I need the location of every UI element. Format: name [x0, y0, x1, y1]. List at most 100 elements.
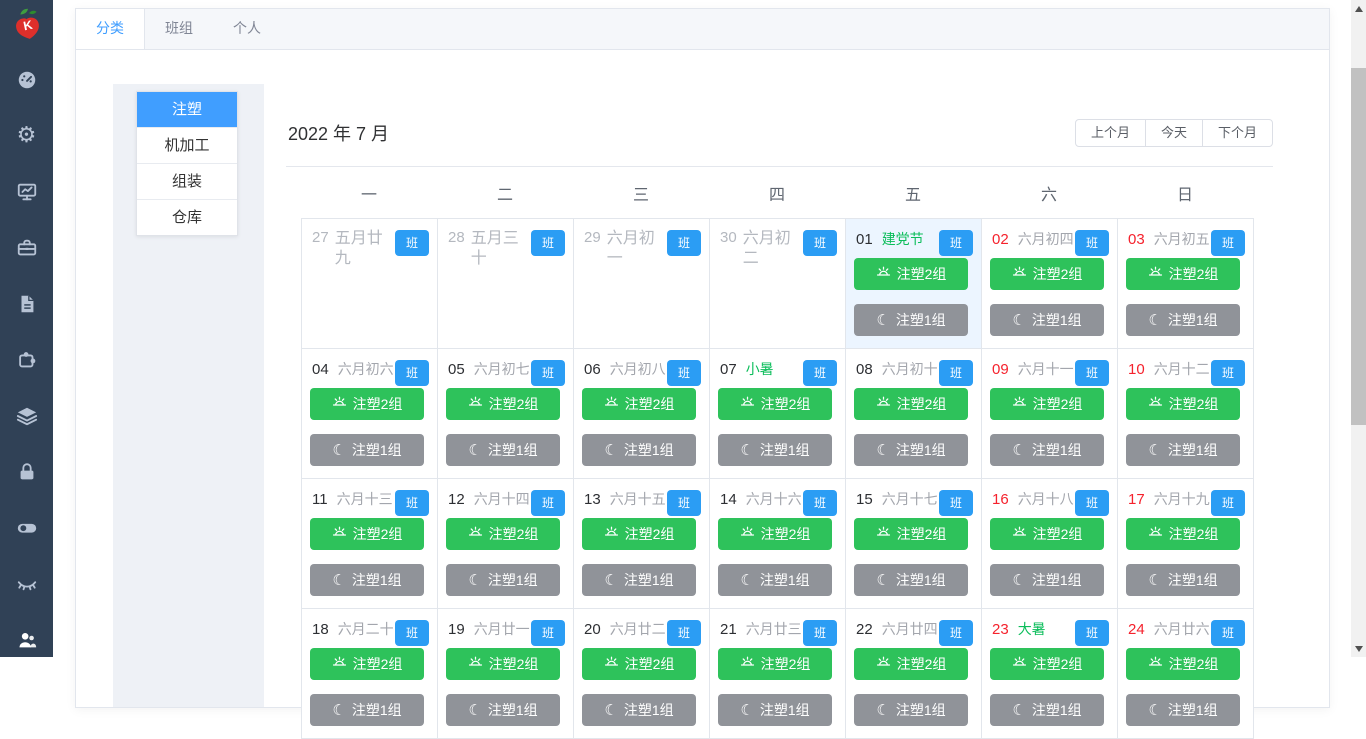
night-shift-button[interactable]: ☾ 注塑1组: [582, 434, 696, 466]
scroll-up-button[interactable]: [1351, 0, 1366, 17]
night-shift-button[interactable]: ☾ 注塑1组: [854, 304, 968, 336]
calendar-day-cell[interactable]: 03 六月初五班注塑2组 ☾ 注塑1组: [1118, 219, 1254, 349]
calendar-day-cell[interactable]: 06 六月初八班注塑2组 ☾ 注塑1组: [574, 349, 710, 479]
calendar-day-cell[interactable]: 12 六月十四班注塑2组 ☾ 注塑1组: [438, 479, 574, 609]
pager-button[interactable]: 上个月: [1074, 119, 1146, 147]
shift-badge[interactable]: 班: [1075, 360, 1109, 386]
calendar-day-cell[interactable]: 30 六月初二班: [710, 219, 846, 349]
calendar-day-cell[interactable]: 09 六月十一班注塑2组 ☾ 注塑1组: [982, 349, 1118, 479]
night-shift-button[interactable]: ☾ 注塑1组: [990, 434, 1104, 466]
night-shift-button[interactable]: ☾ 注塑1组: [990, 694, 1104, 726]
calendar-day-cell[interactable]: 08 六月初十班注塑2组 ☾ 注塑1组: [846, 349, 982, 479]
night-shift-button[interactable]: ☾ 注塑1组: [1126, 434, 1240, 466]
day-shift-button[interactable]: 注塑2组: [990, 518, 1104, 550]
calendar-day-cell[interactable]: 01 建党节班注塑2组 ☾ 注塑1组: [846, 219, 982, 349]
calendar-day-cell[interactable]: 07 小暑 班注塑2组 ☾ 注塑1组: [710, 349, 846, 479]
sidebar-item-dashboard[interactable]: [0, 52, 53, 108]
night-shift-button[interactable]: ☾ 注塑1组: [446, 694, 560, 726]
night-shift-button[interactable]: ☾ 注塑1组: [310, 694, 424, 726]
day-shift-button[interactable]: 注塑2组: [310, 518, 424, 550]
night-shift-button[interactable]: ☾ 注塑1组: [718, 564, 832, 596]
night-shift-button[interactable]: ☾ 注塑1组: [718, 434, 832, 466]
night-shift-button[interactable]: ☾ 注塑1组: [1126, 304, 1240, 336]
shift-badge[interactable]: 班: [395, 360, 429, 386]
calendar-day-cell[interactable]: 15 六月十七班注塑2组 ☾ 注塑1组: [846, 479, 982, 609]
shift-badge[interactable]: 班: [531, 360, 565, 386]
shift-badge[interactable]: 班: [395, 490, 429, 516]
day-shift-button[interactable]: 注塑2组: [854, 258, 968, 290]
sidebar-item-users[interactable]: [0, 612, 53, 668]
night-shift-button[interactable]: ☾ 注塑1组: [990, 564, 1104, 596]
shift-badge[interactable]: 班: [395, 230, 429, 256]
night-shift-button[interactable]: ☾ 注塑1组: [854, 434, 968, 466]
scroll-down-button[interactable]: [1351, 640, 1366, 657]
night-shift-button[interactable]: ☾ 注塑1组: [582, 564, 696, 596]
shift-badge[interactable]: 班: [395, 620, 429, 646]
shift-badge[interactable]: 班: [803, 620, 837, 646]
day-shift-button[interactable]: 注塑2组: [854, 388, 968, 420]
category-menu-item[interactable]: 组装: [137, 163, 237, 199]
pager-button[interactable]: 今天: [1144, 119, 1203, 147]
night-shift-button[interactable]: ☾ 注塑1组: [446, 564, 560, 596]
shift-badge[interactable]: 班: [939, 620, 973, 646]
day-shift-button[interactable]: 注塑2组: [582, 518, 696, 550]
sidebar-item-layers[interactable]: [0, 388, 53, 444]
sidebar-item-toolbox[interactable]: [0, 220, 53, 276]
category-menu-item[interactable]: 机加工: [137, 127, 237, 163]
category-menu-item[interactable]: 注塑: [137, 92, 237, 127]
sidebar-item-closed-eye[interactable]: [0, 556, 53, 612]
day-shift-button[interactable]: 注塑2组: [310, 388, 424, 420]
day-shift-button[interactable]: 注塑2组: [990, 388, 1104, 420]
shift-badge[interactable]: 班: [667, 620, 701, 646]
pager-button[interactable]: 下个月: [1201, 119, 1273, 147]
tab-item[interactable]: 班组: [145, 9, 213, 48]
shift-badge[interactable]: 班: [1211, 490, 1245, 516]
shift-badge[interactable]: 班: [939, 490, 973, 516]
shift-badge[interactable]: 班: [1075, 620, 1109, 646]
app-logo[interactable]: K: [0, 0, 53, 52]
shift-badge[interactable]: 班: [1211, 620, 1245, 646]
shift-badge[interactable]: 班: [531, 230, 565, 256]
calendar-day-cell[interactable]: 20 六月廿二班注塑2组 ☾ 注塑1组: [574, 609, 710, 739]
night-shift-button[interactable]: ☾ 注塑1组: [310, 434, 424, 466]
calendar-day-cell[interactable]: 13 六月十五班注塑2组 ☾ 注塑1组: [574, 479, 710, 609]
category-menu-item[interactable]: 仓库: [137, 199, 237, 235]
calendar-day-cell[interactable]: 28 五月三十班: [438, 219, 574, 349]
calendar-day-cell[interactable]: 05 六月初七班注塑2组 ☾ 注塑1组: [438, 349, 574, 479]
day-shift-button[interactable]: 注塑2组: [1126, 258, 1240, 290]
tab-item[interactable]: 个人: [213, 9, 281, 48]
sidebar-item-monitor-chart[interactable]: [0, 164, 53, 220]
day-shift-button[interactable]: 注塑2组: [446, 648, 560, 680]
night-shift-button[interactable]: ☾ 注塑1组: [854, 564, 968, 596]
tab-item[interactable]: 分类: [76, 9, 145, 49]
night-shift-button[interactable]: ☾ 注塑1组: [582, 694, 696, 726]
day-shift-button[interactable]: 注塑2组: [990, 258, 1104, 290]
day-shift-button[interactable]: 注塑2组: [310, 648, 424, 680]
day-shift-button[interactable]: 注塑2组: [1126, 518, 1240, 550]
shift-badge[interactable]: 班: [803, 490, 837, 516]
day-shift-button[interactable]: 注塑2组: [990, 648, 1104, 680]
day-shift-button[interactable]: 注塑2组: [718, 388, 832, 420]
night-shift-button[interactable]: ☾ 注塑1组: [310, 564, 424, 596]
calendar-day-cell[interactable]: 22 六月廿四班注塑2组 ☾ 注塑1组: [846, 609, 982, 739]
calendar-day-cell[interactable]: 10 六月十二班注塑2组 ☾ 注塑1组: [1118, 349, 1254, 479]
shift-badge[interactable]: 班: [667, 230, 701, 256]
day-shift-button[interactable]: 注塑2组: [446, 518, 560, 550]
calendar-day-cell[interactable]: 18 六月二十班注塑2组 ☾ 注塑1组: [302, 609, 438, 739]
calendar-day-cell[interactable]: 29 六月初一班: [574, 219, 710, 349]
sidebar-item-document[interactable]: [0, 276, 53, 332]
shift-badge[interactable]: 班: [531, 620, 565, 646]
scrollbar-thumb[interactable]: [1351, 68, 1366, 425]
shift-badge[interactable]: 班: [803, 360, 837, 386]
calendar-day-cell[interactable]: 16 六月十八班注塑2组 ☾ 注塑1组: [982, 479, 1118, 609]
calendar-day-cell[interactable]: 04 六月初六班注塑2组 ☾ 注塑1组: [302, 349, 438, 479]
calendar-day-cell[interactable]: 02 六月初四班注塑2组 ☾ 注塑1组: [982, 219, 1118, 349]
day-shift-button[interactable]: 注塑2组: [1126, 648, 1240, 680]
day-shift-button[interactable]: 注塑2组: [718, 518, 832, 550]
calendar-day-cell[interactable]: 17 六月十九班注塑2组 ☾ 注塑1组: [1118, 479, 1254, 609]
night-shift-button[interactable]: ☾ 注塑1组: [1126, 564, 1240, 596]
shift-badge[interactable]: 班: [1075, 230, 1109, 256]
shift-badge[interactable]: 班: [1075, 490, 1109, 516]
shift-badge[interactable]: 班: [939, 360, 973, 386]
day-shift-button[interactable]: 注塑2组: [854, 648, 968, 680]
